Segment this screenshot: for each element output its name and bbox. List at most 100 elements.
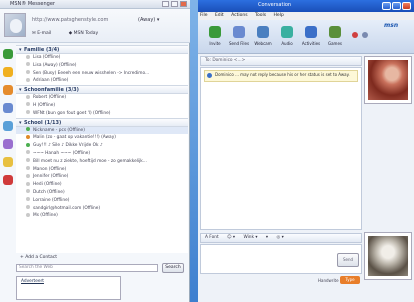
status-dropdown[interactable]: (Away) ▾: [138, 17, 159, 23]
mail-icon[interactable]: [3, 157, 13, 167]
message-input[interactable]: Send: [200, 244, 362, 274]
list-item[interactable]: ~~~ Hanah ~~~ (Offline): [16, 150, 188, 158]
list-item[interactable]: Hedi (Offline): [16, 181, 188, 189]
close-button[interactable]: [402, 2, 411, 10]
avatar[interactable]: [4, 13, 26, 37]
msn-logo: msn: [384, 22, 399, 29]
maximize-button[interactable]: [392, 2, 401, 10]
away-warning-text: Dominico ... may not reply because his o…: [215, 72, 350, 77]
list-item[interactable]: Lisa (Offline): [16, 54, 188, 62]
games-icon: [329, 26, 341, 38]
emoticon-button[interactable]: ☺ ▾: [227, 235, 235, 240]
music-icon[interactable]: [3, 139, 13, 149]
to-bar: To: Dominico <...>: [200, 56, 362, 66]
profile-header: http://www.patsghenstyle.com (Away) ▾ ✉ …: [0, 9, 190, 43]
minimize-button[interactable]: [162, 1, 169, 7]
desktop-background: [190, 0, 198, 302]
list-item[interactable]: Adriaan (Offline): [16, 77, 188, 85]
ad-banner[interactable]: Adverteert: [16, 276, 121, 300]
list-item[interactable]: sandgirl@hotmail.com (Offline): [16, 205, 188, 213]
wink-button[interactable]: Wink ▾: [243, 235, 257, 240]
gear-icon[interactable]: [362, 32, 368, 38]
invite-icon: [209, 26, 221, 38]
list-item[interactable]: Lorraine (Offline): [16, 197, 188, 205]
gear-icon[interactable]: [3, 85, 13, 95]
add-contact-link[interactable]: + Add a Contact: [16, 253, 188, 262]
menu-file[interactable]: File: [200, 13, 208, 18]
conversation-toolbar: Invite Send Files Webcam Audio Activitie…: [198, 20, 414, 54]
block-icon[interactable]: [352, 32, 358, 38]
file-icon: [233, 26, 245, 38]
list-item[interactable]: Jennifer (Offline): [16, 173, 188, 181]
games-button[interactable]: Games: [324, 26, 346, 46]
list-item[interactable]: Manon (Offline): [16, 166, 188, 174]
message-history: Dominico ... may not reply because his o…: [200, 67, 362, 230]
minimize-button[interactable]: [382, 2, 391, 10]
list-item[interactable]: Nickname - pcs (Offline): [16, 126, 188, 135]
list-item[interactable]: Guy!!! ♪ Sile ♪ Dikke Vrijde Ok ♪: [16, 142, 188, 150]
maximize-button[interactable]: [171, 1, 178, 7]
my-display-picture[interactable]: [364, 232, 412, 280]
list-item[interactable]: Dutch (Offline): [16, 189, 188, 197]
webcam-icon: [257, 26, 269, 38]
away-warning: Dominico ... may not reply because his o…: [204, 70, 358, 82]
buddy-icon[interactable]: [3, 67, 13, 77]
msn-today-link[interactable]: ◆ MSN Today: [69, 31, 106, 36]
background-button[interactable]: ▾: [266, 235, 268, 240]
list-item[interactable]: Bill moet nu z ziekte, hoeftijd moe - zo…: [16, 158, 188, 166]
list-item[interactable]: Robert (Offline): [16, 94, 188, 102]
my-display-name[interactable]: http://www.patsghenstyle.com: [32, 17, 142, 24]
contact-groups: ▾ Familie (3/4) Lisa (Offline) Lisa (Away…: [16, 45, 188, 253]
list-item[interactable]: Lisa (Away) (Offline): [16, 62, 188, 70]
tab-type[interactable]: Type: [340, 276, 360, 284]
input-mode-tabs: Handwrite Type: [200, 276, 362, 285]
menu-bar: File Edit Actions Tools Help: [198, 12, 414, 20]
format-toolbar: A Font ☺ ▾ Wink ▾ ▾ ◎ ▾: [200, 233, 362, 243]
list-item[interactable]: Malin (zo - gaat op vakantie!!!) (Away): [16, 134, 188, 142]
send-button[interactable]: Send: [337, 253, 359, 267]
ad-label[interactable]: Adverteert: [21, 279, 44, 284]
activities-button[interactable]: Activities: [300, 26, 322, 46]
list-item[interactable]: WFNt (bun gon fout goet 'l) (Offline): [16, 110, 188, 118]
list-item[interactable]: Ms (Offline): [16, 212, 188, 220]
search-input[interactable]: Search the Web: [16, 264, 158, 272]
close-button[interactable]: [180, 1, 187, 7]
menu-actions[interactable]: Actions: [231, 13, 247, 18]
search-row: Search the Web Search: [16, 262, 188, 274]
conversation-window: Conversation File Edit Actions Tools Hel…: [198, 0, 414, 302]
list-item[interactable]: H (Offline): [16, 102, 188, 110]
menu-edit[interactable]: Edit: [215, 13, 224, 18]
contact-display-picture[interactable]: [364, 56, 412, 104]
webcam-button[interactable]: Webcam: [252, 26, 274, 46]
group-header-familie[interactable]: ▾ Familie (3/4): [16, 45, 188, 54]
nudge-button[interactable]: ◎ ▾: [276, 235, 283, 240]
group-header-schoonfamilie[interactable]: ▾ Schoonfamilie (3/3): [16, 85, 188, 95]
info-icon: [207, 73, 212, 78]
contact-list-window: MSN® Messenger http://www.patsghenstyle.…: [0, 0, 190, 302]
my-photo: [368, 236, 408, 276]
person-icon: [10, 19, 22, 33]
menu-tools[interactable]: Tools: [255, 13, 266, 18]
sidebar-tabs: [0, 45, 16, 225]
conversation-title: Conversation: [258, 2, 292, 8]
audio-icon: [281, 26, 293, 38]
font-button[interactable]: A Font: [205, 235, 219, 240]
contact-photo: [368, 60, 408, 100]
search-button[interactable]: Search: [162, 263, 184, 273]
invite-button[interactable]: Invite: [204, 26, 226, 46]
globe-icon[interactable]: [3, 103, 13, 113]
menu-help[interactable]: Help: [274, 13, 284, 18]
star-icon[interactable]: [3, 175, 13, 185]
contact-list-titlebar: MSN® Messenger: [0, 0, 190, 9]
send-files-button[interactable]: Send Files: [228, 26, 250, 46]
activities-icon: [305, 26, 317, 38]
list-item[interactable]: Sen (Busy) Eeeeh een neuw wisshelen -> I…: [16, 70, 188, 78]
group-header-school[interactable]: ▾ School (1/13): [16, 117, 188, 127]
mail-bar: ✉ E-mail ◆ MSN Today: [32, 31, 114, 36]
contact-list-icon[interactable]: [3, 49, 13, 59]
audio-button[interactable]: Audio: [276, 26, 298, 46]
conversation-titlebar: Conversation: [198, 0, 414, 12]
search-icon[interactable]: [3, 121, 13, 131]
tab-handwrite[interactable]: Handwrite: [318, 276, 339, 285]
email-link[interactable]: ✉ E-mail: [32, 31, 59, 36]
